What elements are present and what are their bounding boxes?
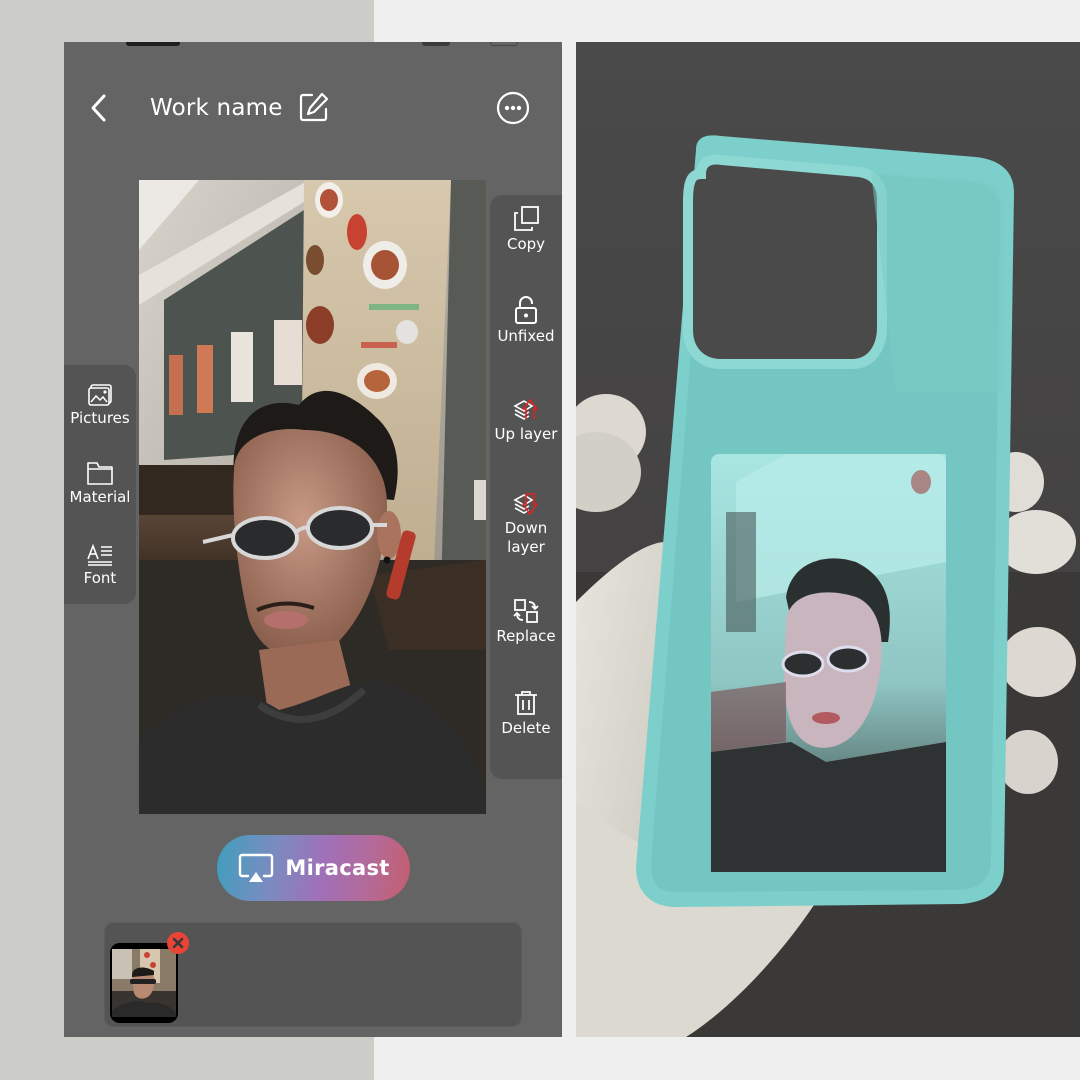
replace-icon	[513, 599, 539, 623]
work-name-title: Work name	[150, 95, 283, 121]
thumbnail-image	[110, 943, 178, 1023]
tool-pictures[interactable]: Pictures	[64, 383, 136, 427]
result-photo	[576, 42, 1080, 1037]
font-text-icon	[87, 543, 112, 566]
miracast-label: Miracast	[285, 856, 390, 880]
folder-icon	[87, 462, 113, 485]
edit-pencil-icon	[299, 92, 329, 122]
chevron-left-icon	[91, 94, 106, 122]
tool-material-label: Material	[69, 488, 131, 506]
trash-icon	[515, 691, 537, 715]
tool-up-layer-label: Up layer	[494, 425, 558, 443]
screen-cast-icon	[239, 853, 274, 882]
tool-up-layer[interactable]: Up layer	[490, 397, 562, 444]
phone-app-screen: Work name Pictures Material Font Copy Un…	[64, 42, 562, 1037]
more-horizontal-circle-icon	[496, 91, 530, 125]
status-bar-time	[126, 42, 180, 46]
design-canvas[interactable]	[139, 180, 486, 814]
tool-down-layer-label: Down layer	[490, 519, 562, 557]
tool-replace-label: Replace	[496, 627, 556, 645]
tool-material[interactable]: Material	[64, 460, 136, 506]
copy-icon	[514, 206, 539, 231]
tool-copy[interactable]: Copy	[490, 205, 562, 254]
tool-unfixed[interactable]: Unfixed	[490, 295, 562, 346]
remove-thumbnail-button[interactable]	[167, 932, 189, 954]
phone-case-photo	[576, 42, 1080, 1037]
tool-replace[interactable]: Replace	[490, 597, 562, 646]
selfie-thumbnail[interactable]	[110, 943, 178, 1023]
tool-delete-label: Delete	[501, 719, 551, 737]
tool-unfixed-label: Unfixed	[497, 327, 555, 345]
layer-up-icon	[513, 399, 538, 420]
selfie-photo	[139, 180, 486, 814]
left-toolbar: Pictures Material Font	[64, 365, 136, 604]
more-options-button[interactable]	[496, 91, 530, 125]
tool-delete[interactable]: Delete	[490, 689, 562, 738]
tool-copy-label: Copy	[506, 235, 546, 253]
unlock-icon	[515, 296, 537, 324]
tool-font-label: Font	[83, 569, 117, 587]
close-x-icon	[172, 937, 184, 949]
back-button[interactable]	[86, 92, 112, 124]
status-bar-battery-icon	[490, 42, 518, 46]
miracast-button[interactable]: Miracast	[217, 835, 410, 901]
edit-name-button[interactable]	[298, 91, 330, 123]
app-header: Work name	[64, 82, 562, 134]
tool-down-layer[interactable]: Down layer	[490, 491, 562, 557]
image-icon	[88, 384, 112, 406]
tool-font[interactable]: Font	[64, 543, 136, 587]
layer-down-icon	[513, 493, 538, 515]
down-layer-label: Down layer	[504, 519, 548, 556]
tool-pictures-label: Pictures	[70, 409, 130, 427]
right-toolbar: Copy Unfixed Up layer Down layer Replace…	[490, 195, 562, 779]
thumbnail-tray	[104, 922, 522, 1027]
status-bar-signal-icon	[422, 42, 450, 46]
